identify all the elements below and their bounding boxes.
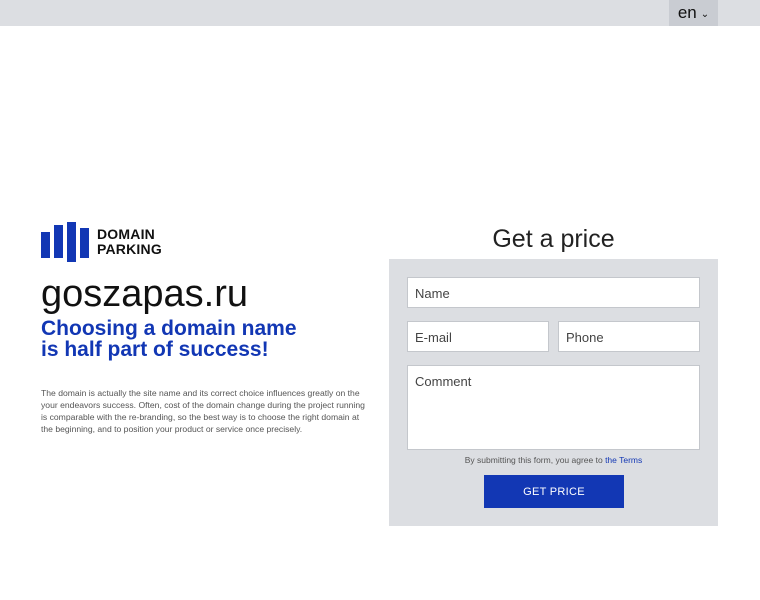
comment-field[interactable]: Comment — [407, 365, 700, 450]
domain-parking-logo: DOMAIN PARKING — [41, 222, 162, 262]
tagline-line-1: Choosing a domain name — [41, 317, 297, 340]
terms-note: By submitting this form, you agree to th… — [389, 455, 718, 465]
language-label: en — [677, 3, 697, 22]
get-price-button[interactable]: GET PRICE — [484, 475, 624, 508]
language-selector[interactable]: en ⌄ — [669, 0, 718, 26]
phone-field[interactable]: Phone — [558, 321, 700, 352]
price-form: Name E-mail Phone Comment By submitting … — [389, 259, 718, 526]
terms-link[interactable]: the Terms — [605, 455, 642, 465]
tagline-line-2: is half part of success! — [41, 338, 269, 361]
name-field[interactable]: Name — [407, 277, 700, 308]
logo-line-2: PARKING — [97, 241, 162, 257]
terms-prefix: By submitting this form, you agree to — [464, 455, 606, 465]
logo-bars-icon — [41, 222, 89, 262]
logo-line-1: DOMAIN — [97, 226, 155, 242]
description: The domain is actually the site name and… — [41, 388, 365, 434]
form-title: Get a price — [492, 225, 615, 253]
domain-name: goszapas.ru — [41, 273, 249, 315]
email-field[interactable]: E-mail — [407, 321, 549, 352]
tagline: Choosing a domain name is half part of s… — [41, 318, 361, 360]
logo-text: DOMAIN PARKING — [97, 227, 162, 257]
top-bar: en ⌄ — [0, 0, 760, 26]
chevron-down-icon: ⌄ — [700, 8, 710, 20]
